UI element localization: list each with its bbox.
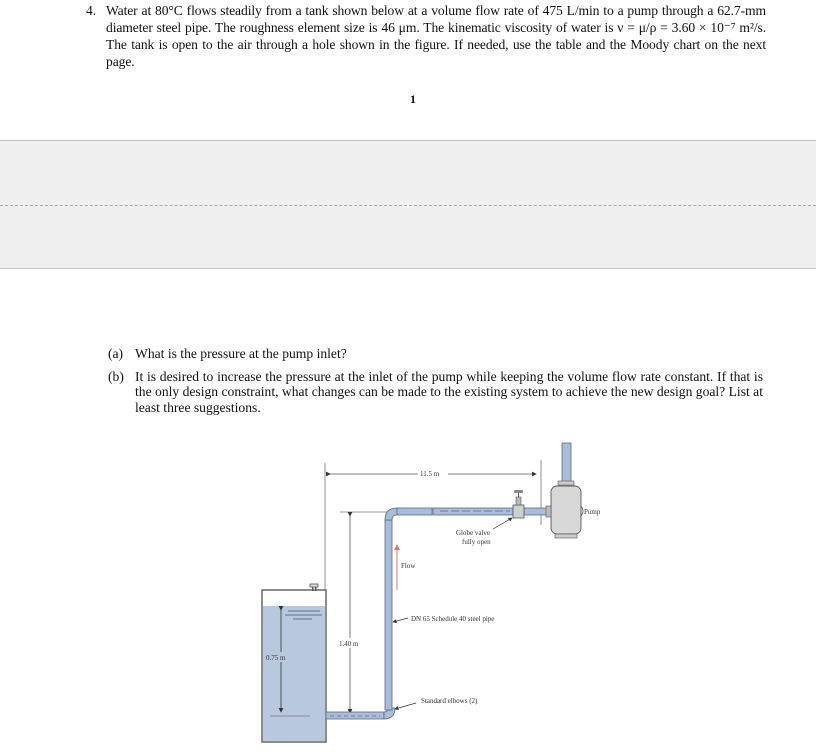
- globe-valve-icon: [512, 490, 525, 519]
- globe-valve-label-line2: fully open: [462, 538, 491, 546]
- elevation-label: 1.40 m: [339, 640, 359, 648]
- pump-label: Pump: [584, 508, 601, 516]
- valve-leader: [492, 517, 513, 530]
- tank: [261, 583, 327, 743]
- pipe-label: DN 65 Schedule 40 steel pipe: [411, 615, 494, 623]
- pump-icon: [545, 442, 584, 539]
- elbow-leader: [394, 702, 417, 711]
- flow-label: Flow: [401, 562, 416, 570]
- tank-water: [263, 606, 325, 741]
- water-depth-label: 0.75 m: [266, 654, 286, 662]
- pipe-leader: [392, 617, 409, 624]
- length-label: 11.5 m: [420, 470, 440, 478]
- globe-valve-label-line1: Globe valve: [456, 529, 490, 537]
- pipe-system-figure: 11.5 m Pump Globe valve fully open Flow …: [261, 442, 601, 743]
- suction-pipe: [325, 507, 555, 720]
- elbows-label: Standard elbows (2): [421, 697, 478, 705]
